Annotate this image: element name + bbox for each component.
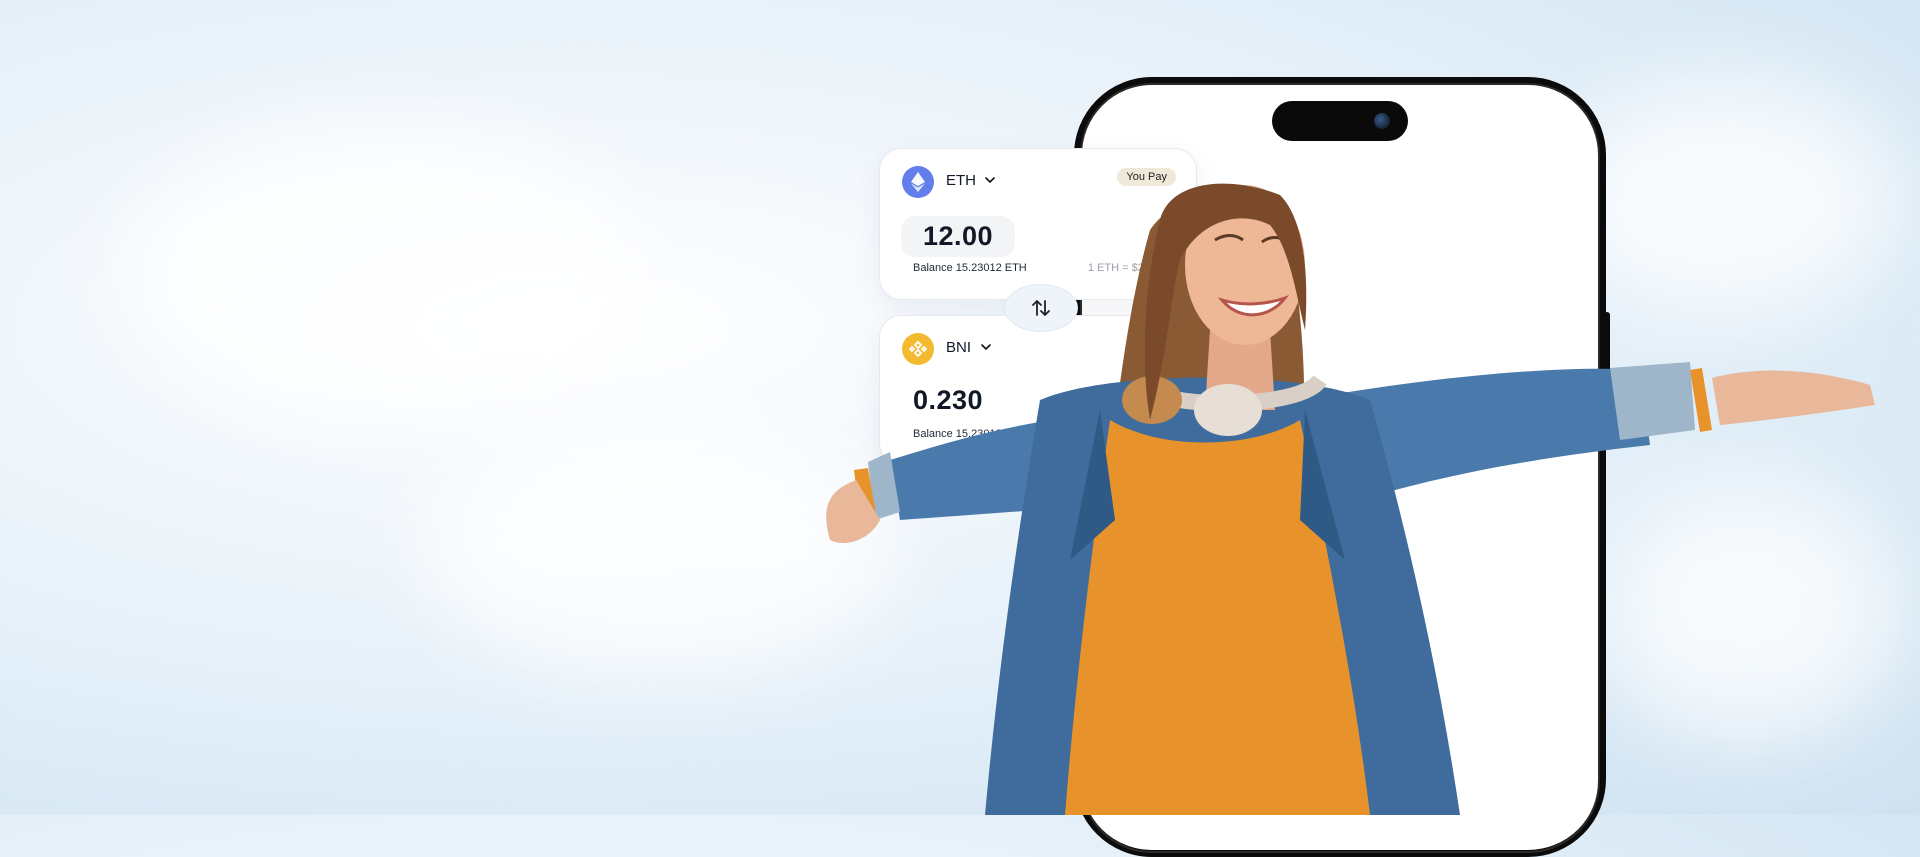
pay-balance: Balance 15.23012 ETH bbox=[913, 262, 1027, 274]
cloud bbox=[420, 420, 900, 680]
pay-card: ETH You Pay 12.00 Balance 15.23012 ETH 1… bbox=[879, 148, 1197, 300]
chevron-down-icon[interactable] bbox=[980, 341, 992, 353]
bnb-icon bbox=[902, 333, 934, 365]
you-pay-badge: You Pay bbox=[1117, 168, 1176, 186]
swap-arrows-icon bbox=[1032, 300, 1050, 316]
cloud bbox=[120, 120, 640, 420]
chevron-down-icon[interactable] bbox=[984, 174, 996, 186]
cloud bbox=[1600, 480, 1900, 740]
pay-token-select[interactable]: ETH bbox=[946, 172, 976, 189]
cloud bbox=[1560, 80, 1900, 320]
exchange-rate: 1 ETH = $24 bbox=[1087, 262, 1150, 274]
camera-icon bbox=[1374, 113, 1390, 129]
receive-token-select[interactable]: BNI bbox=[946, 339, 971, 356]
phone-side-button bbox=[1604, 312, 1610, 382]
eth-icon bbox=[902, 166, 934, 198]
receive-balance: Balance 15.23012 bbox=[913, 428, 1002, 440]
receive-amount[interactable]: 0.230 bbox=[913, 385, 983, 416]
pay-amount-input[interactable]: 12.00 bbox=[901, 216, 1016, 257]
receive-card: BNI 0.230 Balance 15.23012 bbox=[879, 315, 1197, 465]
swap-button[interactable] bbox=[1004, 284, 1078, 332]
